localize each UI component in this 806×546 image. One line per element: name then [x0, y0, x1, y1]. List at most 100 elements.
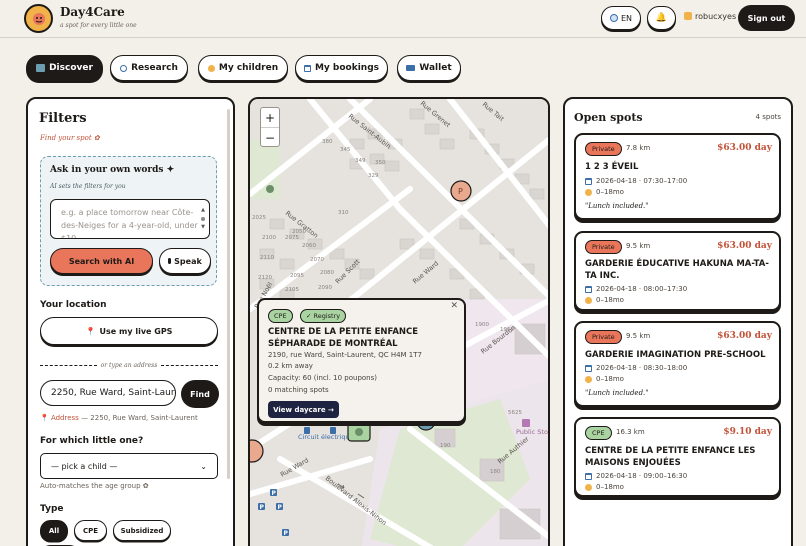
tab-label: My children — [218, 63, 279, 73]
use-gps-button[interactable]: 📍 Use my live GPS — [40, 317, 218, 345]
close-icon[interactable]: ✕ — [450, 301, 458, 311]
child-select[interactable]: — pick a child — ⌄ — [40, 453, 218, 479]
filters-subtitle: Find your spot ✿ — [40, 134, 100, 142]
tab-label: Wallet — [419, 63, 452, 73]
brand-name[interactable]: Day4Care — [60, 5, 125, 19]
building-number: 2095 — [290, 273, 304, 279]
ai-query-placeholder: e.g. a place tomorrow near Côte-des-Neig… — [61, 208, 198, 239]
storage-icon — [522, 419, 530, 427]
or-label: or type an address — [100, 362, 158, 369]
map-view[interactable]: Rue Saint-Aubin Rue Tait Rue Grenet Rue … — [248, 97, 550, 546]
spot-note: "Lunch included." — [585, 202, 649, 210]
spot-schedule-text: 2026-04-18 · 07:30–17:00 — [596, 177, 688, 185]
ai-box-subtitle: AI sets the filters for you — [50, 183, 126, 190]
spot-age-text: 0–18mo — [596, 296, 624, 304]
open-spots-count: 4 spots — [755, 113, 781, 121]
filters-scrollbar[interactable] — [227, 109, 230, 479]
popup-daycare-name: CENTRE DE LA PETITE ENFANCE SÉPHARADE DE… — [268, 327, 419, 349]
building-number: 2075 — [285, 235, 299, 241]
spot-schedule: 2026-04-18 · 08:30–18:00 — [585, 364, 687, 372]
username[interactable]: robucxyes — [695, 12, 736, 21]
building-number: 310 — [338, 210, 349, 216]
baby-icon — [585, 296, 592, 304]
signout-button[interactable]: Sign out — [738, 5, 795, 31]
tab-my-children[interactable]: My children — [198, 55, 288, 81]
spot-age-text: 0–18mo — [596, 188, 624, 196]
building-number: 350 — [375, 160, 386, 166]
spot-schedule: 2026-04-18 · 09:00–16:30 — [585, 472, 687, 480]
svg-text:P: P — [260, 504, 265, 511]
ai-search-box: Ask in your own words ✦ AI sets the filt… — [40, 156, 217, 286]
calendar-icon — [585, 472, 592, 480]
spot-name: CENTRE DE LA PETITE ENFANCE LES MAISONS … — [585, 446, 756, 468]
logo-icon[interactable] — [24, 4, 53, 33]
ai-box-title: Ask in your own words ✦ — [50, 165, 175, 175]
tab-my-bookings[interactable]: My bookings — [295, 55, 388, 81]
spot-type-badge: Private — [585, 330, 622, 344]
type-chip-all[interactable]: All — [40, 520, 68, 541]
daycare-marker-selected[interactable] — [347, 422, 371, 442]
map-icon — [36, 64, 46, 72]
daycare-marker[interactable]: P — [450, 180, 472, 202]
filters-panel: Filters Find your spot ✿ Ask in your own… — [26, 97, 235, 546]
spot-price: $63.00 day — [717, 143, 772, 153]
pin-icon: 📍 — [85, 326, 96, 336]
user-avatar-icon — [684, 12, 692, 20]
wallet-icon — [406, 65, 416, 71]
spot-price: $9.10 day — [723, 427, 772, 437]
spot-name: GARDERIE IMAGINATION PRE-SCHOOL — [585, 350, 766, 360]
tab-discover[interactable]: Discover — [26, 55, 103, 81]
tab-wallet[interactable]: Wallet — [397, 55, 461, 81]
language-button[interactable]: EN — [601, 6, 641, 30]
spot-schedule-text: 2026-04-18 · 08:30–18:00 — [596, 364, 688, 372]
address-input[interactable]: 2250, Rue Ward, Saint-Laurent — [40, 380, 176, 406]
calendar-icon — [585, 285, 592, 293]
spot-card[interactable]: CPE 16.3 km $9.10 day CENTRE DE LA PETIT… — [574, 417, 781, 497]
child-label: For which little one? — [40, 436, 144, 446]
popup-address: 2190, rue Ward, Saint-Laurent, QC H4M 1T… — [268, 351, 422, 359]
gps-label: Use my live GPS — [99, 326, 173, 336]
textarea-scrollbar[interactable]: ▲ ▼ — [200, 204, 206, 234]
popup-tag-cpe: CPE — [268, 309, 293, 323]
microphone-icon — [168, 258, 172, 264]
spot-name: 1 2 3 ÉVEIL — [585, 162, 639, 172]
type-chip-subsidized[interactable]: Subsidized — [113, 520, 171, 541]
baby-icon — [207, 64, 215, 72]
charging-station-icon — [330, 427, 336, 434]
address-note-key: Address — [50, 414, 79, 422]
popup-matching: 0 matching spots — [268, 386, 329, 394]
svg-text:P: P — [272, 490, 277, 497]
spot-note: "Lunch included." — [585, 389, 649, 397]
tab-research[interactable]: Research — [110, 55, 188, 81]
spot-card[interactable]: Private 9.5 km $63.00 day GARDERIE ÉDUCA… — [574, 231, 781, 311]
spot-card[interactable]: Private 7.8 km $63.00 day 1 2 3 ÉVEIL 20… — [574, 133, 781, 220]
svg-text:P: P — [278, 504, 283, 511]
notifications-button[interactable]: 🔔 — [647, 6, 676, 30]
parking-icon: P — [282, 529, 289, 537]
tab-label: My bookings — [314, 63, 380, 73]
building-number: 2120 — [258, 275, 272, 281]
view-daycare-button[interactable]: View daycare → — [268, 401, 339, 418]
zoom-in-button[interactable]: + — [261, 108, 279, 128]
building-number: 2100 — [262, 235, 276, 241]
bell-icon: 🔔 — [655, 13, 668, 23]
search-with-ai-button[interactable]: Search with AI — [50, 248, 153, 274]
spot-schedule-text: 2026-04-18 · 08:00–17:30 — [596, 285, 688, 293]
spot-card[interactable]: Private 9.5 km $63.00 day GARDERIE IMAGI… — [574, 321, 781, 407]
type-chip-cpe[interactable]: CPE — [74, 520, 107, 541]
ai-query-textarea[interactable]: e.g. a place tomorrow near Côte-des-Neig… — [50, 199, 210, 239]
building-number: 349 — [355, 158, 366, 164]
spot-distance: 16.3 km — [616, 428, 645, 436]
building-number: 2025 — [252, 215, 266, 221]
spot-age: 0–18mo — [585, 296, 624, 304]
speak-button[interactable]: Speak — [159, 248, 211, 274]
poi-label: Public Storage — [516, 428, 550, 436]
auto-match-note: Auto-matches the age group ✿ — [40, 482, 149, 490]
building-number: 329 — [368, 173, 379, 179]
language-label: EN — [620, 13, 633, 23]
zoom-out-button[interactable]: − — [261, 128, 279, 148]
building-number: 180 — [490, 469, 501, 475]
spot-price: $63.00 day — [717, 241, 772, 251]
building-number: 345 — [340, 147, 351, 153]
find-button[interactable]: Find — [181, 380, 219, 408]
